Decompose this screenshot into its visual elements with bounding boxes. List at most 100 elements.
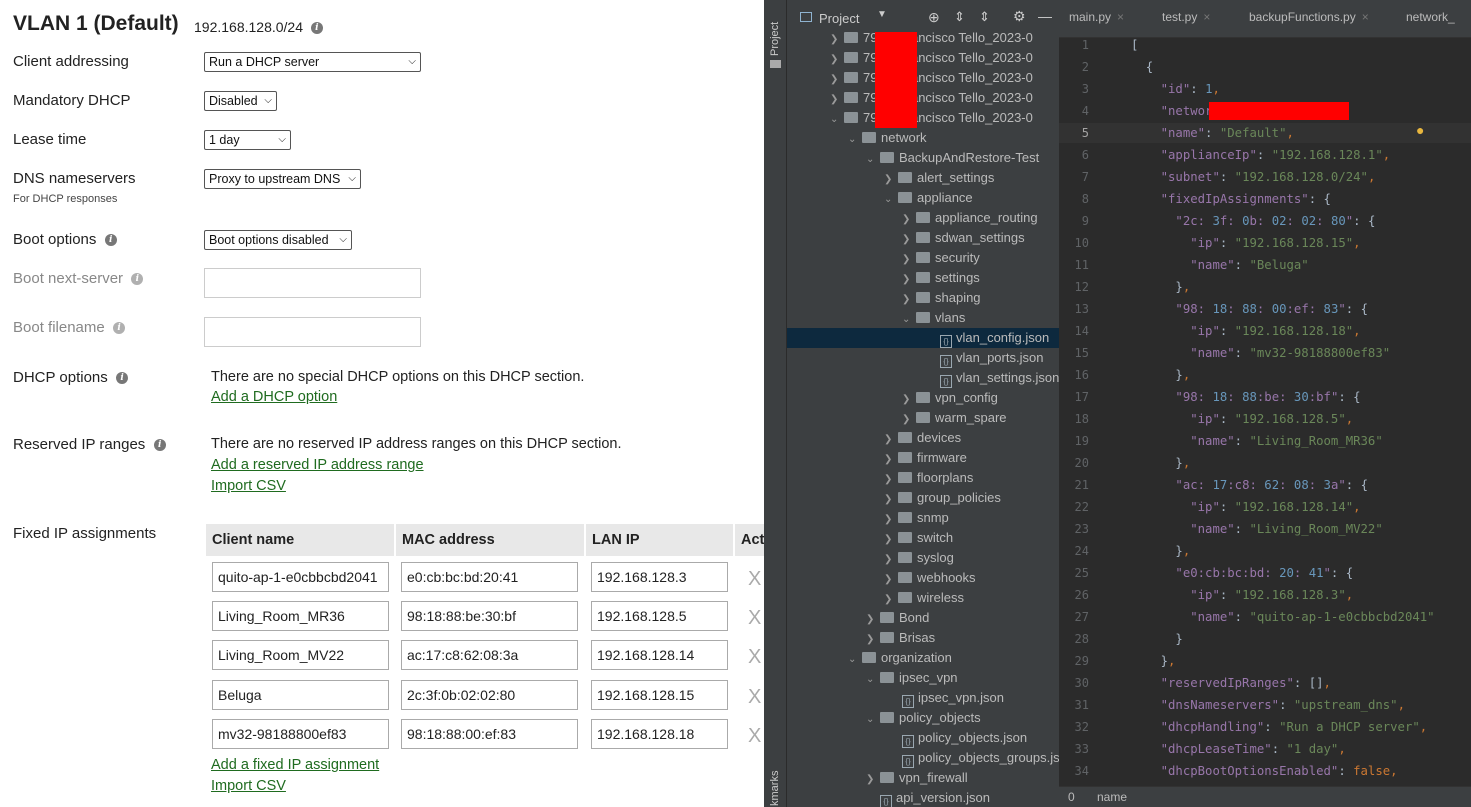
tree-item[interactable]: ❯ security bbox=[902, 248, 980, 268]
tree-item[interactable]: ❯ sdwan_settings bbox=[902, 228, 1025, 248]
tree-item[interactable]: {} vlan_ports.json bbox=[940, 348, 1043, 368]
close-icon[interactable]: × bbox=[1362, 10, 1369, 24]
tab-backup-functions[interactable]: backupFunctions.py × bbox=[1249, 10, 1369, 24]
client-name-input[interactable]: mv32-98188800ef83 bbox=[212, 719, 389, 749]
mac-address-input[interactable]: 98:18:88:00:ef:83 bbox=[401, 719, 578, 749]
boot-next-server-input[interactable] bbox=[204, 268, 421, 298]
tree-item[interactable]: ❯ 79 _Francisco Tello_2023-0 bbox=[830, 88, 1033, 108]
tree-item[interactable]: ⌄ organization bbox=[848, 648, 952, 668]
tree-item[interactable]: ❯ warm_spare bbox=[902, 408, 1007, 428]
folder-icon bbox=[898, 172, 912, 183]
delete-icon[interactable]: X bbox=[748, 725, 761, 748]
tree-item[interactable]: {} ipsec_vpn.json bbox=[902, 688, 1004, 708]
tab-network[interactable]: network_ bbox=[1406, 10, 1455, 24]
tree-item[interactable]: ⌄ vlans bbox=[902, 308, 965, 328]
tree-item[interactable]: ❯ 79 _Francisco Tello_2023-0 bbox=[830, 48, 1033, 68]
tree-item-selected[interactable]: {} vlan_config.json bbox=[787, 328, 1059, 348]
tree-item[interactable]: ❯ 79 _Francisco Tello_2023-0 bbox=[830, 68, 1033, 88]
tree-item[interactable]: ❯ snmp bbox=[884, 508, 949, 528]
dns-select[interactable]: Proxy to upstream DNS ⌵ bbox=[204, 169, 361, 189]
tree-item[interactable]: ❯ group_policies bbox=[884, 488, 1001, 508]
boot-options-select[interactable]: Boot options disabled ⌵ bbox=[204, 230, 352, 250]
lan-ip-input[interactable]: 192.168.128.18 bbox=[591, 719, 728, 749]
tree-item[interactable]: ❯ vpn_firewall bbox=[866, 768, 968, 788]
tree-item[interactable]: ⌄ network bbox=[848, 128, 927, 148]
tree-item[interactable]: ❯ shaping bbox=[902, 288, 981, 308]
tree-item[interactable]: ⌄ appliance bbox=[884, 188, 973, 208]
tree-item[interactable]: ❯ devices bbox=[884, 428, 961, 448]
code-editor[interactable]: 1 2 3 4 5 6 7 8 9 10 11 12 13 14 15 16 17 18 19 20 21 22 23 24 2… bbox=[1059, 38, 1471, 786]
lan-ip-input[interactable]: 192.168.128.5 bbox=[591, 601, 728, 631]
line-number: 32 bbox=[1074, 720, 1089, 734]
gear-icon[interactable]: ⚙ bbox=[1013, 8, 1026, 25]
delete-icon[interactable]: X bbox=[748, 607, 761, 630]
info-icon[interactable]: i bbox=[131, 273, 144, 286]
hide-icon[interactable]: — bbox=[1038, 8, 1052, 24]
tree-item[interactable]: ❯ switch bbox=[884, 528, 953, 548]
mac-address-input[interactable]: 2c:3f:0b:02:02:80 bbox=[401, 680, 578, 710]
chevron-right-icon: ❯ bbox=[902, 274, 911, 285]
client-name-input[interactable]: quito-ap-1-e0cbbcbd2041 bbox=[212, 562, 389, 592]
tree-item[interactable]: ❯ Bond bbox=[866, 608, 929, 628]
chevron-down-icon[interactable]: ▼ bbox=[877, 9, 887, 20]
tab-test-py[interactable]: test.py × bbox=[1162, 10, 1210, 24]
client-name-input[interactable]: Living_Room_MR36 bbox=[212, 601, 389, 631]
tree-item[interactable]: {} api_version.json bbox=[866, 788, 990, 807]
import-csv-link[interactable]: Import CSV bbox=[211, 778, 286, 794]
add-fixed-ip-link[interactable]: Add a fixed IP assignment bbox=[211, 757, 379, 773]
info-icon[interactable]: i bbox=[310, 22, 323, 35]
add-dhcp-option-link[interactable]: Add a DHCP option bbox=[211, 389, 337, 405]
tree-item[interactable]: ⌄ BackupAndRestore-Test bbox=[866, 148, 1039, 168]
project-label[interactable]: Project bbox=[819, 11, 859, 26]
lan-ip-input[interactable]: 192.168.128.3 bbox=[591, 562, 728, 592]
collapse-all-icon[interactable]: ⇕ bbox=[979, 9, 990, 25]
client-addressing-select[interactable]: Run a DHCP server ⌵ bbox=[204, 52, 421, 72]
close-icon[interactable]: × bbox=[1117, 10, 1124, 24]
tree-item[interactable]: ❯ syslog bbox=[884, 548, 954, 568]
info-icon[interactable]: i bbox=[116, 372, 129, 385]
client-name-input[interactable]: Beluga bbox=[212, 680, 389, 710]
delete-icon[interactable]: X bbox=[748, 686, 761, 709]
mac-address-input[interactable]: ac:17:c8:62:08:3a bbox=[401, 640, 578, 670]
lease-time-select[interactable]: 1 day ⌵ bbox=[204, 130, 291, 150]
tree-item[interactable]: {} vlan_settings.json bbox=[940, 368, 1059, 388]
expand-all-icon[interactable]: ⇕ bbox=[954, 9, 965, 25]
tree-item[interactable]: ⌄ ipsec_vpn bbox=[866, 668, 958, 688]
lan-ip-input[interactable]: 192.168.128.15 bbox=[591, 680, 728, 710]
mac-address-input[interactable]: 98:18:88:be:30:bf bbox=[401, 601, 578, 631]
info-icon[interactable]: i bbox=[104, 234, 117, 247]
tree-item[interactable]: ❯ wireless bbox=[884, 588, 964, 608]
tree-item[interactable]: {} policy_objects_groups.json bbox=[902, 748, 1059, 768]
tree-item[interactable]: ❯ alert_settings bbox=[884, 168, 994, 188]
lan-ip-input[interactable]: 192.168.128.14 bbox=[591, 640, 728, 670]
tree-item[interactable]: ❯ vpn_config bbox=[902, 388, 998, 408]
add-reserved-range-link[interactable]: Add a reserved IP address range bbox=[211, 457, 424, 473]
mac-address-input[interactable]: e0:cb:bc:bd:20:41 bbox=[401, 562, 578, 592]
delete-icon[interactable]: X bbox=[748, 646, 761, 669]
tree-item[interactable]: ❯ appliance_routing bbox=[902, 208, 1038, 228]
folder-icon bbox=[898, 492, 912, 503]
tree-item[interactable]: ❯ Brisas bbox=[866, 628, 935, 648]
tree-item[interactable]: ⌄ policy_objects bbox=[866, 708, 981, 728]
tab-main-py[interactable]: main.py × bbox=[1069, 10, 1124, 24]
bookmarks-tool-tab[interactable]: kmarks bbox=[769, 771, 781, 806]
target-icon[interactable]: ⊕ bbox=[928, 9, 940, 26]
import-csv-link[interactable]: Import CSV bbox=[211, 478, 286, 494]
tree-item[interactable]: ❯ settings bbox=[902, 268, 980, 288]
delete-icon[interactable]: X bbox=[748, 568, 761, 591]
tree-item[interactable]: ⌄ 79 _Francisco Tello_2023-0 bbox=[830, 108, 1033, 128]
tree-item[interactable]: ❯ firmware bbox=[884, 448, 967, 468]
tree-item[interactable]: ❯ 79 _Francisco Tello_2023-0 bbox=[830, 28, 1033, 48]
info-icon[interactable]: i bbox=[113, 322, 126, 335]
status-breadcrumb[interactable]: name bbox=[1097, 790, 1127, 804]
lightbulb-icon[interactable]: ● bbox=[1416, 122, 1424, 138]
tree-item[interactable]: {} policy_objects.json bbox=[902, 728, 1027, 748]
close-icon[interactable]: × bbox=[1203, 10, 1210, 24]
mandatory-dhcp-select[interactable]: Disabled ⌵ bbox=[204, 91, 277, 111]
tree-item[interactable]: ❯ floorplans bbox=[884, 468, 973, 488]
tree-item[interactable]: ❯ webhooks bbox=[884, 568, 976, 588]
boot-filename-input[interactable] bbox=[204, 317, 421, 347]
project-tool-tab[interactable]: Project bbox=[769, 22, 781, 56]
client-name-input[interactable]: Living_Room_MV22 bbox=[212, 640, 389, 670]
info-icon[interactable]: i bbox=[153, 439, 166, 452]
